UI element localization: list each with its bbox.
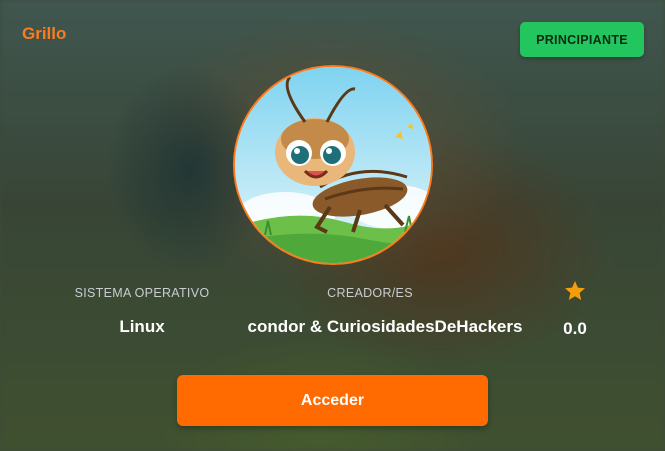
machine-avatar (233, 65, 433, 265)
creator-label: CREADOR/ES (327, 286, 413, 300)
machine-title: Grillo (22, 24, 67, 43)
os-value: Linux (119, 317, 165, 336)
star-icon (565, 281, 585, 300)
os-label: SISTEMA OPERATIVO (74, 286, 210, 300)
machine-card: Grillo PRINCIPIANTE SISTEMA OPERATIVO Li… (0, 0, 665, 451)
difficulty-badge: PRINCIPIANTE (520, 22, 644, 57)
access-button[interactable]: Acceder (177, 375, 488, 426)
rating-value: 0.0 (563, 319, 587, 338)
creator-value: condor & CuriosidadesDeHackers (247, 317, 523, 336)
